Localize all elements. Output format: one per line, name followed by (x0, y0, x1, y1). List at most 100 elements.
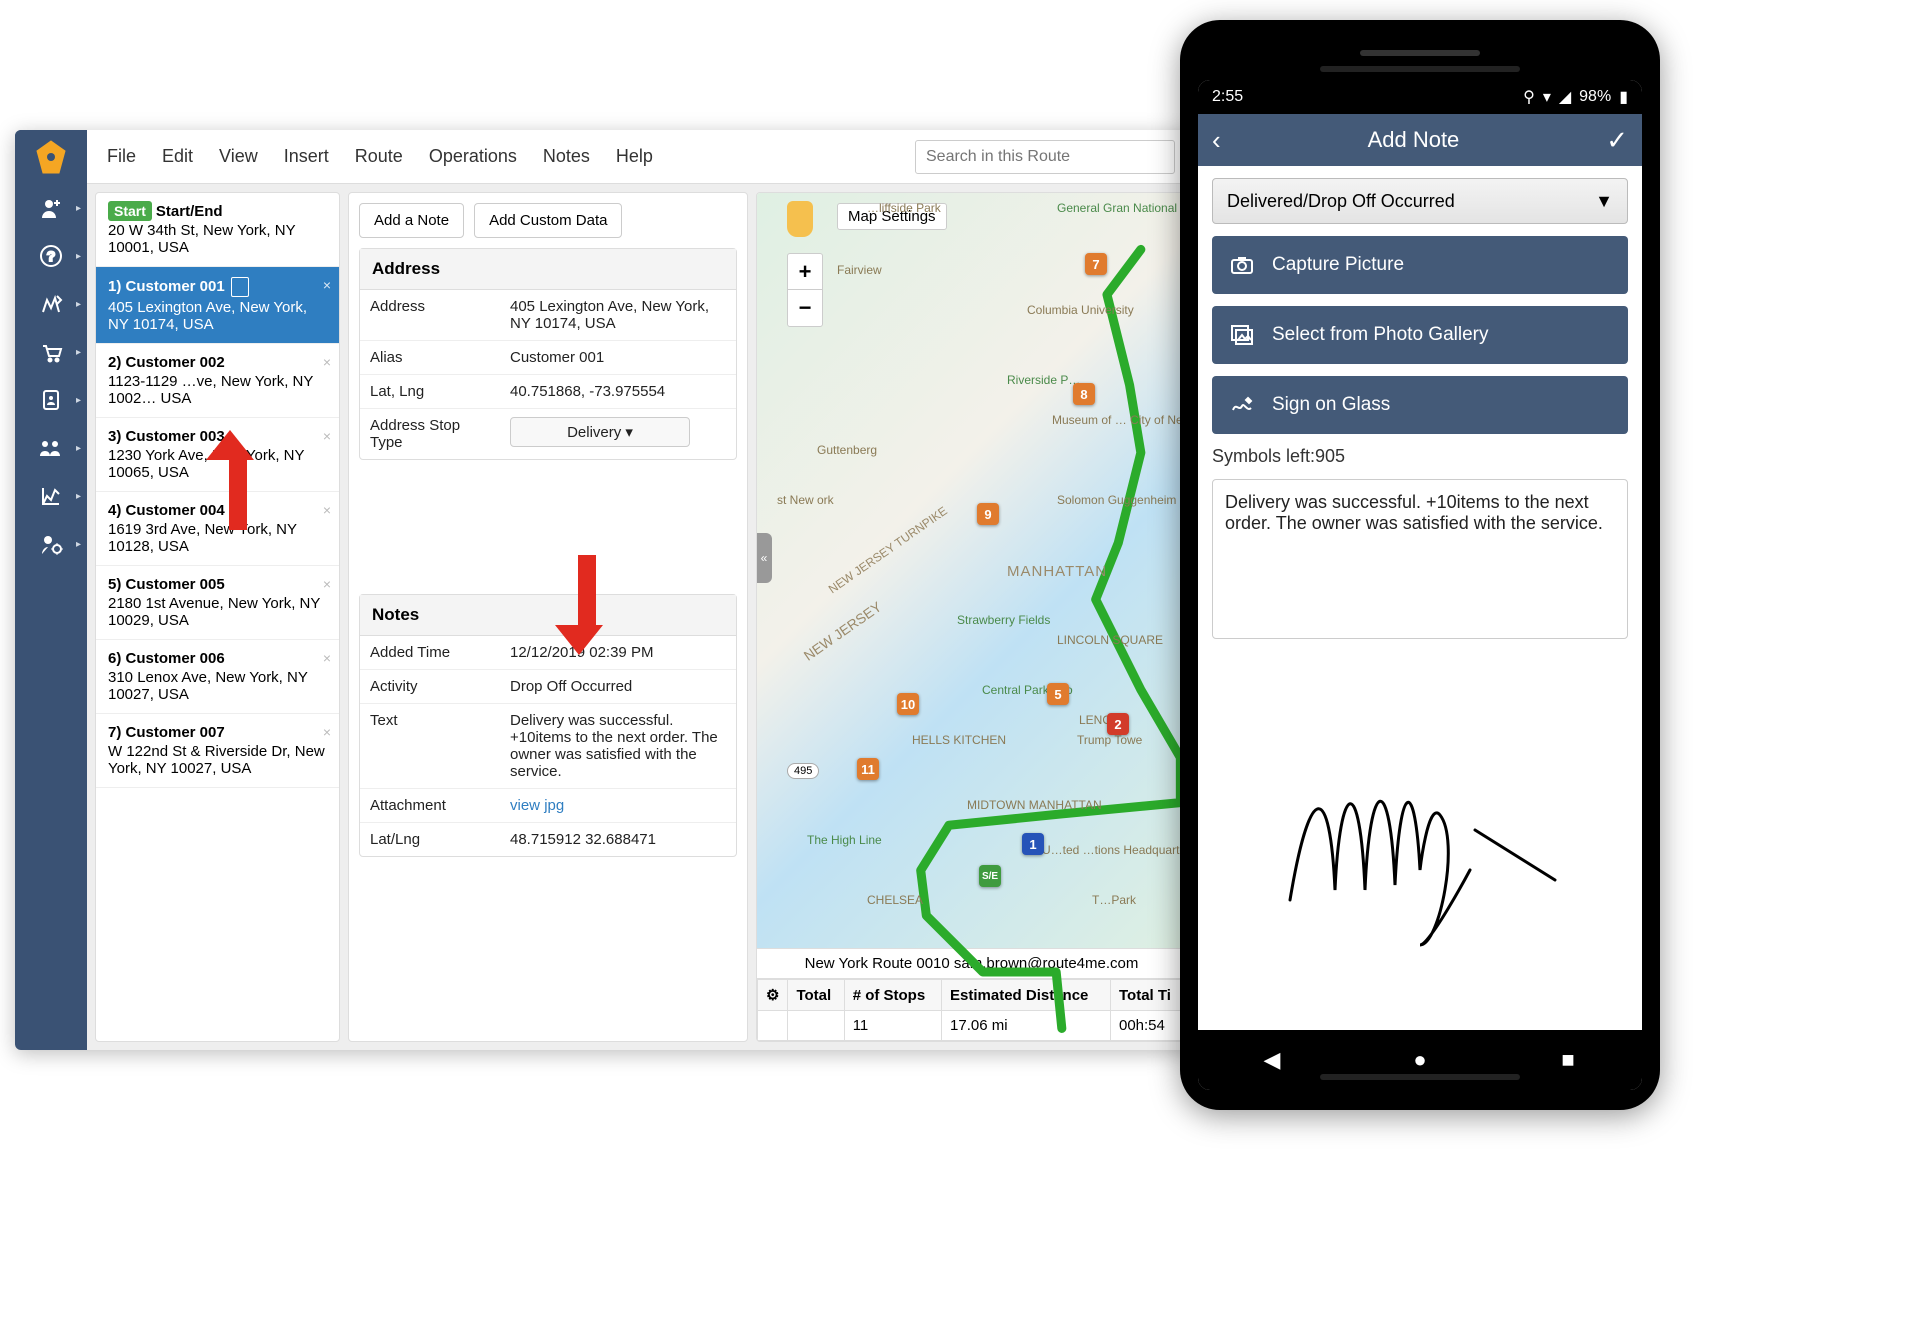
phone-bottom-grille (1320, 1074, 1520, 1080)
zoom-in-button[interactable]: + (788, 254, 822, 290)
stop-2-addr: 1123-1129 …ve, New York, NY 1002… USA (108, 373, 327, 407)
sidebar-team-icon[interactable]: ▸ (15, 424, 87, 472)
stop-5[interactable]: 5) Customer 005 2180 1st Avenue, New Yor… (96, 566, 339, 640)
stop-2[interactable]: 2) Customer 002 1123-1129 …ve, New York,… (96, 344, 339, 418)
close-icon[interactable]: × (323, 724, 331, 740)
value: 48.715912 32.688471 (500, 823, 736, 856)
confirm-icon[interactable]: ✓ (1606, 125, 1628, 156)
label: Address Stop Type (360, 409, 500, 459)
add-note-button[interactable]: Add a Note (359, 203, 464, 238)
map-panel: « Map Settings + − …liffside Park Genera… (756, 192, 1187, 1042)
map-pin-7[interactable]: 7 (1085, 253, 1107, 275)
capture-picture-button[interactable]: Capture Picture (1212, 236, 1628, 294)
pegman-icon[interactable] (787, 201, 813, 237)
menu-edit[interactable]: Edit (162, 146, 193, 167)
map-pin-se[interactable]: S/E (979, 865, 1001, 887)
stop-type-dropdown[interactable]: Delivery ▾ (510, 417, 690, 447)
map-pin-8[interactable]: 8 (1073, 383, 1095, 405)
map-pin-11[interactable]: 11 (857, 758, 879, 780)
label: Lat, Lng (360, 375, 500, 408)
location-icon: ⚲ (1523, 87, 1535, 107)
stop-3-addr: 1230 York Ave, New York, NY 10065, USA (108, 447, 327, 481)
add-custom-data-button[interactable]: Add Custom Data (474, 203, 622, 238)
map-pin-9[interactable]: 9 (977, 503, 999, 525)
close-icon[interactable]: × (323, 502, 331, 518)
close-icon[interactable]: × (323, 277, 331, 293)
sidebar-analytics-icon[interactable]: ▸ (15, 472, 87, 520)
stop-6[interactable]: 6) Customer 006 310 Lenox Ave, New York,… (96, 640, 339, 714)
status-dropdown[interactable]: Delivered/Drop Off Occurred ▼ (1212, 178, 1628, 224)
back-icon[interactable]: ‹ (1212, 125, 1221, 156)
nav-back-icon[interactable]: ◀ (1252, 1047, 1292, 1073)
sidebar-addressbook-icon[interactable]: ▸ (15, 376, 87, 424)
zoom-out-button[interactable]: − (788, 290, 822, 326)
phone-earpiece (1360, 50, 1480, 56)
nav-home-icon[interactable]: ● (1400, 1047, 1440, 1073)
stop-6-addr: 310 Lenox Ave, New York, NY 10027, USA (108, 669, 327, 703)
header-title: Add Note (1221, 127, 1607, 153)
menu-view[interactable]: View (219, 146, 258, 167)
stop-7-title: 7) Customer 007 (108, 724, 327, 741)
attachment-view-link[interactable]: view (510, 797, 540, 814)
stop-start[interactable]: StartStart/End 20 W 34th St, New York, N… (96, 193, 339, 267)
map-pin-1[interactable]: 1 (1022, 833, 1044, 855)
close-icon[interactable]: × (323, 428, 331, 444)
map-settings-button[interactable]: Map Settings (837, 203, 947, 230)
map-pin-10[interactable]: 10 (897, 693, 919, 715)
phone-mockup: 2:55 ⚲ ▾ ◢ 98% ▮ ‹ Add Note ✓ Delivered/… (1180, 20, 1660, 1110)
stop-3[interactable]: 3) Customer 003 1230 York Ave, New York,… (96, 418, 339, 492)
sidebar-help-icon[interactable]: ?▸ (15, 232, 87, 280)
stop-5-addr: 2180 1st Avenue, New York, NY 10029, USA (108, 595, 327, 629)
app-header: ‹ Add Note ✓ (1198, 114, 1642, 166)
sign-button[interactable]: Sign on Glass (1212, 376, 1628, 434)
stop-2-title: 2) Customer 002 (108, 354, 327, 371)
menu-operations[interactable]: Operations (429, 146, 517, 167)
desktop-app: ▸ ?▸ ▸ ▸ ▸ ▸ ▸ ▸ File Edit View Insert R… (15, 130, 1195, 1050)
phone-body: Delivered/Drop Off Occurred ▼ Capture Pi… (1198, 166, 1642, 1030)
detail-panel: Add a Note Add Custom Data Address Addre… (348, 192, 748, 1042)
gallery-button[interactable]: Select from Photo Gallery (1212, 306, 1628, 364)
stop-5-title: 5) Customer 005 (108, 576, 327, 593)
stop-4-addr: 1619 3rd Ave, New York, NY 10128, USA (108, 521, 327, 555)
label: Attachment (360, 789, 500, 822)
close-icon[interactable]: × (323, 576, 331, 592)
nav-recent-icon[interactable]: ■ (1548, 1047, 1588, 1073)
start-addr: 20 W 34th St, New York, NY 10001, USA (108, 222, 327, 256)
sign-label: Sign on Glass (1272, 394, 1390, 416)
note-textarea[interactable]: Delivery was successful. +10items to the… (1212, 479, 1628, 639)
value: Drop Off Occurred (500, 670, 736, 703)
menu-file[interactable]: File (107, 146, 136, 167)
menu-notes[interactable]: Notes (543, 146, 590, 167)
stop-1-title: 1) Customer 001 (108, 278, 225, 295)
sidebar-user-settings-icon[interactable]: ▸ (15, 520, 87, 568)
panel-collapse-handle[interactable]: « (756, 533, 772, 583)
status-time: 2:55 (1212, 88, 1243, 106)
address-section: Address Address405 Lexington Ave, New Yo… (359, 248, 737, 460)
stops-panel[interactable]: StartStart/End 20 W 34th St, New York, N… (95, 192, 340, 1042)
android-nav-bar: ◀ ● ■ (1198, 1030, 1642, 1090)
map-pin-5[interactable]: 5 (1047, 683, 1069, 705)
route-search-input[interactable] (915, 140, 1175, 174)
sidebar-cart-icon[interactable]: ▸ (15, 328, 87, 376)
stop-1-addr: 405 Lexington Ave, New York, NY 10174, U… (108, 299, 327, 333)
close-icon[interactable]: × (323, 650, 331, 666)
battery-icon: ▮ (1619, 87, 1628, 107)
attachment-ext[interactable]: jpg (544, 797, 564, 814)
capture-label: Capture Picture (1272, 254, 1404, 276)
stop-4[interactable]: 4) Customer 004 1619 3rd Ave, New York, … (96, 492, 339, 566)
menu-help[interactable]: Help (616, 146, 653, 167)
sidebar-add-user-icon[interactable]: ▸ (15, 184, 87, 232)
sidebar-routes-icon[interactable]: ▸ (15, 280, 87, 328)
value: 405 Lexington Ave, New York, NY 10174, U… (500, 290, 736, 340)
road-shield-495: 495 (787, 763, 819, 779)
app-logo (15, 130, 87, 184)
signature-area[interactable] (1212, 651, 1628, 1018)
menu-insert[interactable]: Insert (284, 146, 329, 167)
close-icon[interactable]: × (323, 354, 331, 370)
map-pin-2[interactable]: 2 (1107, 713, 1129, 735)
map-canvas[interactable]: « Map Settings + − …liffside Park Genera… (757, 193, 1186, 948)
menu-route[interactable]: Route (355, 146, 403, 167)
dropdown-value: Delivered/Drop Off Occurred (1227, 191, 1455, 212)
stop-1[interactable]: 1) Customer 001 405 Lexington Ave, New Y… (96, 267, 339, 344)
stop-7[interactable]: 7) Customer 007 W 122nd St & Riverside D… (96, 714, 339, 788)
